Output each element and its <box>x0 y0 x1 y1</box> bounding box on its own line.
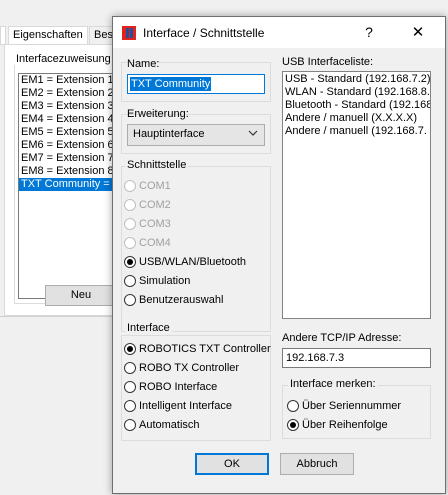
list-item[interactable]: Bluetooth - Standard (192.168 <box>283 99 430 112</box>
list-item[interactable]: Andere / manuell (X.X.X.X) <box>283 112 430 125</box>
radio-button[interactable] <box>124 362 136 375</box>
list-item[interactable]: EM7 = Extension 7 <box>19 152 119 165</box>
ok-button[interactable]: OK <box>195 453 269 475</box>
radio-simulation[interactable]: Simulation <box>124 275 190 291</box>
radio-usb-wlan-bluetooth[interactable]: USB/WLAN/Bluetooth <box>124 256 246 272</box>
tab-partial-left[interactable] <box>0 26 6 45</box>
tab-label: Eigenschaften <box>13 29 83 41</box>
name-input-text: TXT Community <box>130 77 212 91</box>
extension-value: Hauptinterface <box>133 128 205 140</box>
radio-label: COM1 <box>139 180 171 193</box>
radio-button[interactable] <box>287 400 299 413</box>
tcp-address-value: 192.168.7.3 <box>286 352 345 364</box>
interface-dialog: Interface / Schnittstelle ? ✕ Name: TXT … <box>112 16 446 494</box>
cancel-button[interactable]: Abbruch <box>280 453 354 475</box>
radio-label: Intelligent Interface <box>139 400 232 413</box>
title-bar[interactable]: Interface / Schnittstelle ? ✕ <box>113 17 445 48</box>
new-button[interactable]: Neu <box>45 285 117 306</box>
radio-intelligent-interface[interactable]: Intelligent Interface <box>124 400 232 416</box>
radio-label: USB/WLAN/Bluetooth <box>139 256 246 269</box>
radio-button[interactable] <box>124 275 136 288</box>
list-item[interactable]: EM3 = Extension 3 <box>19 100 119 113</box>
radio-button[interactable] <box>124 419 136 432</box>
radio-button[interactable] <box>124 218 136 231</box>
radio-label: Über Reihenfolge <box>302 419 388 432</box>
app-icon <box>122 26 136 40</box>
radio-label: Über Seriennummer <box>302 400 402 413</box>
radio-label: ROBO Interface <box>139 381 218 394</box>
help-button[interactable]: ? <box>347 17 391 48</box>
list-item[interactable]: EM6 = Extension 6 <box>19 139 119 152</box>
list-item[interactable]: EM2 = Extension 2 <box>19 87 119 100</box>
list-item[interactable]: EM1 = Extension 1 <box>19 74 119 87</box>
radio-label: COM3 <box>139 218 171 231</box>
remember-group-label: Interface merken: <box>288 378 378 390</box>
usb-interface-list[interactable]: USB - Standard (192.168.7.2) WLAN - Stan… <box>282 71 431 319</box>
tab-eigenschaften[interactable]: Eigenschaften <box>8 26 88 45</box>
tcp-address-input[interactable]: 192.168.7.3 <box>282 348 431 368</box>
list-item[interactable]: WLAN - Standard (192.168.8. <box>283 86 430 99</box>
radio-button[interactable] <box>124 294 136 307</box>
chevron-down-icon <box>248 128 258 141</box>
interface-group-label: Interface <box>125 322 172 334</box>
close-button[interactable]: ✕ <box>391 17 445 48</box>
interface-assignment-list[interactable]: EM1 = Extension 1 EM2 = Extension 2 EM3 … <box>18 73 120 299</box>
radio-button-checked[interactable] <box>124 343 136 356</box>
list-item[interactable]: EM5 = Extension 5 <box>19 126 119 139</box>
radio-com3[interactable]: COM3 <box>124 218 171 234</box>
radio-label: Automatisch <box>139 419 200 432</box>
radio-by-order[interactable]: Über Reihenfolge <box>287 419 388 435</box>
radio-by-serial[interactable]: Über Seriennummer <box>287 400 401 416</box>
radio-button[interactable] <box>124 381 136 394</box>
list-item-selected[interactable]: TXT Community = T <box>19 178 119 191</box>
radio-robotics-txt[interactable]: ROBOTICS TXT Controller <box>124 343 271 359</box>
radio-button-checked[interactable] <box>287 419 299 432</box>
port-group-label: Schnittstelle <box>125 159 189 171</box>
extension-dropdown[interactable]: Hauptinterface <box>127 124 265 146</box>
radio-label: ROBO TX Controller <box>139 362 240 375</box>
radio-com2[interactable]: COM2 <box>124 199 171 215</box>
radio-label: COM2 <box>139 199 171 212</box>
radio-button[interactable] <box>124 180 136 193</box>
radio-label: ROBOTICS TXT Controller <box>139 343 271 356</box>
radio-label: Simulation <box>139 275 191 288</box>
tcp-label: Andere TCP/IP Adresse: <box>282 332 402 344</box>
usb-list-label: USB Interfaceliste: <box>282 56 374 68</box>
dialog-title: Interface / Schnittstelle <box>143 26 265 40</box>
radio-robo-tx[interactable]: ROBO TX Controller <box>124 362 239 378</box>
radio-automatic[interactable]: Automatisch <box>124 419 200 435</box>
name-label: Name: <box>127 58 160 70</box>
radio-com4[interactable]: COM4 <box>124 237 171 253</box>
radio-user-selection[interactable]: Benutzerauswahl <box>124 294 223 310</box>
tab-label: Besc <box>94 29 113 41</box>
list-item[interactable]: EM8 = Extension 8 <box>19 165 119 178</box>
radio-button[interactable] <box>124 237 136 250</box>
radio-label: COM4 <box>139 237 171 250</box>
radio-label: Benutzerauswahl <box>139 294 224 307</box>
list-item[interactable]: USB - Standard (192.168.7.2) <box>283 73 430 86</box>
divider <box>0 316 112 317</box>
extension-label: Erweiterung: <box>127 108 189 120</box>
interface-assignment-label: Interfacezuweisung <box>14 53 120 65</box>
tab-partial-right[interactable]: Besc <box>89 26 113 45</box>
radio-button-checked[interactable] <box>124 256 136 269</box>
radio-com1[interactable]: COM1 <box>124 180 171 196</box>
radio-button[interactable] <box>124 400 136 413</box>
radio-button[interactable] <box>124 199 136 212</box>
radio-robo-interface[interactable]: ROBO Interface <box>124 381 217 397</box>
list-item[interactable]: Andere / manuell (192.168.7. <box>283 125 430 138</box>
list-item[interactable]: EM4 = Extension 4 <box>19 113 119 126</box>
